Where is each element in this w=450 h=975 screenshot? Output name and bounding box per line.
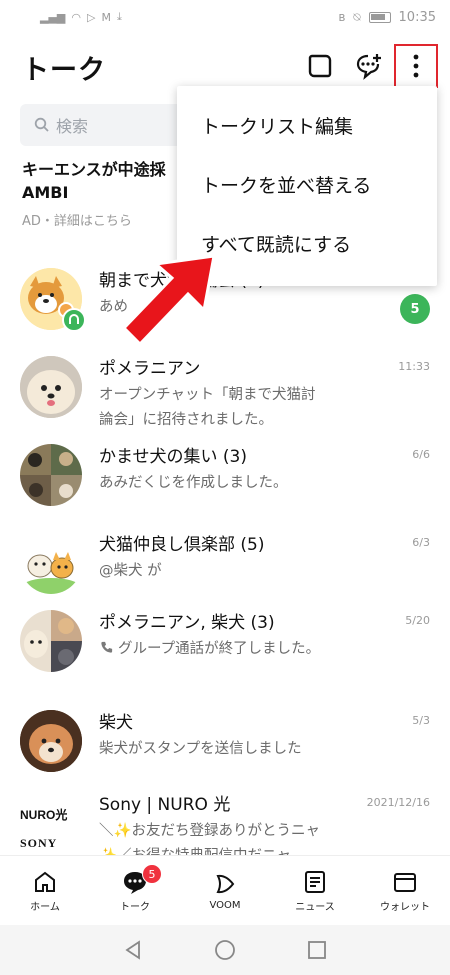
chat-name: ポメラニアン, 柴犬 (3) — [99, 613, 275, 633]
ad-title: キーエンスが中途採 — [22, 160, 166, 179]
voom-icon — [216, 874, 235, 893]
avatar: NURO光 SONY — [20, 800, 82, 856]
tab-label: トーク — [120, 901, 150, 913]
tab-talk[interactable]: トーク — [90, 856, 180, 925]
chat-list-item[interactable]: ポメラニアン, 柴犬 (3) グループ通話が終了しました。 5/20 — [0, 604, 450, 692]
signal-icon: ▂▄▆ — [40, 10, 66, 24]
open-chat-icon — [69, 314, 79, 324]
tab-label: ホーム — [30, 901, 60, 913]
ad-title-line2: AMBI — [22, 183, 69, 202]
chat-name: ポメラニアン — [99, 359, 201, 379]
system-navigation-bar — [0, 925, 450, 975]
chat-preview: グループ通話が終了しました。 — [99, 637, 329, 662]
chat-list-item[interactable]: 柴犬 柴犬がスタンプを送信しました 5/3 — [0, 704, 450, 792]
nuro-logo: NURO光 — [20, 808, 68, 822]
new-chat-button[interactable] — [350, 46, 390, 86]
menu-item-sort-talks[interactable]: トークを並べ替える — [177, 155, 437, 214]
avatar — [20, 710, 82, 772]
tab-label: ウォレット — [380, 901, 430, 913]
home-circle-icon[interactable] — [214, 939, 236, 961]
status-icons-right: ʙ ⍉ 10:35 — [338, 10, 436, 25]
chat-list-item[interactable]: ポメラニアン オープンチャット「朝まで犬猫討論会」に招待されました。 11:33 — [0, 350, 450, 438]
ad-subtitle: AD・詳細はこちら — [22, 214, 132, 229]
chat-plus-icon — [356, 54, 381, 80]
chat-list-item[interactable]: 犬猫仲良し倶楽部 (5) @柴犬 が 6/3 — [0, 526, 450, 614]
chat-time: 6/3 — [412, 536, 430, 549]
open-chat-badge — [62, 308, 86, 332]
recents-icon[interactable] — [306, 939, 328, 961]
shiba-photo-icon — [20, 710, 82, 772]
unread-count-badge: 5 — [400, 294, 430, 324]
chat-name: かませ犬の集い (3) — [99, 447, 247, 467]
create-room-button[interactable] — [300, 46, 340, 86]
mail-icon: M — [101, 10, 111, 24]
more-options-highlight — [394, 44, 438, 88]
back-icon[interactable] — [122, 939, 144, 961]
bottom-tab-bar: ホーム トーク 5 VOOM ニュース ウォレット — [0, 855, 450, 925]
menu-item-edit-talk-list[interactable]: トークリスト編集 — [177, 96, 437, 155]
avatar — [20, 532, 82, 594]
sony-logo: SONY — [20, 836, 58, 850]
wifi-icon: ◠ — [71, 10, 81, 24]
search-icon — [34, 117, 49, 132]
ad-banner[interactable]: キーエンスが中途採 AMBI AD・詳細はこちら — [22, 158, 182, 229]
chat-preview: あみだくじを作成しました。 — [99, 475, 288, 491]
tab-unread-badge: 5 — [142, 864, 162, 884]
chat-preview-text: グループ通話が終了しました。 — [118, 641, 321, 657]
chat-name: Sony | NURO 光 — [99, 795, 231, 815]
news-icon — [305, 870, 325, 893]
battery-icon — [368, 11, 391, 23]
tab-label: VOOM — [209, 899, 241, 911]
chat-time: 11:33 — [398, 360, 430, 373]
clock: 10:35 — [398, 9, 436, 25]
square-chat-icon — [308, 54, 332, 78]
chat-preview: @柴犬 が — [99, 563, 162, 579]
chat-time: 5/20 — [405, 614, 430, 627]
page-title: トーク — [22, 54, 106, 86]
notification-icon: ▷ — [87, 10, 96, 24]
chat-preview: 柴犬がスタンプを送信しました — [99, 741, 302, 757]
download-icon: ⤓ — [116, 10, 122, 23]
bluetooth-icon: ʙ — [338, 10, 346, 24]
mute-icon: ⍉ — [353, 9, 361, 24]
avatar — [20, 444, 82, 506]
avatar — [20, 356, 82, 418]
chat-time: 6/6 — [412, 448, 430, 461]
chat-time: 2021/12/16 — [366, 796, 430, 809]
chat-preview: オープンチャット「朝まで犬猫討論会」に招待されました。 — [99, 387, 316, 428]
dog-cat-illustration-icon — [20, 532, 82, 594]
chat-list-item[interactable]: かませ犬の集い (3) あみだくじを作成しました。 6/6 — [0, 438, 450, 526]
chat-time: 5/3 — [412, 714, 430, 727]
tab-news[interactable]: ニュース — [270, 856, 360, 925]
wallet-icon — [394, 872, 416, 892]
status-bar: ▂▄▆ ◠ ▷ M ⤓ ʙ ⍉ 10:35 — [0, 0, 450, 34]
chat-name: 犬猫仲良し倶楽部 (5) — [99, 535, 265, 555]
tab-voom[interactable]: VOOM — [180, 856, 270, 925]
pomeranian-photo-icon — [20, 356, 82, 418]
chat-name: 柴犬 — [99, 713, 133, 733]
search-placeholder: 検索 — [56, 117, 89, 136]
group-photo-icon — [20, 610, 82, 672]
status-icons-left: ▂▄▆ ◠ ▷ M ⤓ — [40, 10, 122, 24]
tab-label: ニュース — [295, 901, 335, 913]
tab-wallet[interactable]: ウォレット — [360, 856, 450, 925]
red-arrow-icon — [121, 254, 216, 347]
avatar — [20, 610, 82, 672]
tab-home[interactable]: ホーム — [0, 856, 90, 925]
home-icon — [35, 871, 55, 892]
dogs-collage-photo-icon — [20, 444, 82, 506]
phone-icon — [101, 641, 113, 653]
